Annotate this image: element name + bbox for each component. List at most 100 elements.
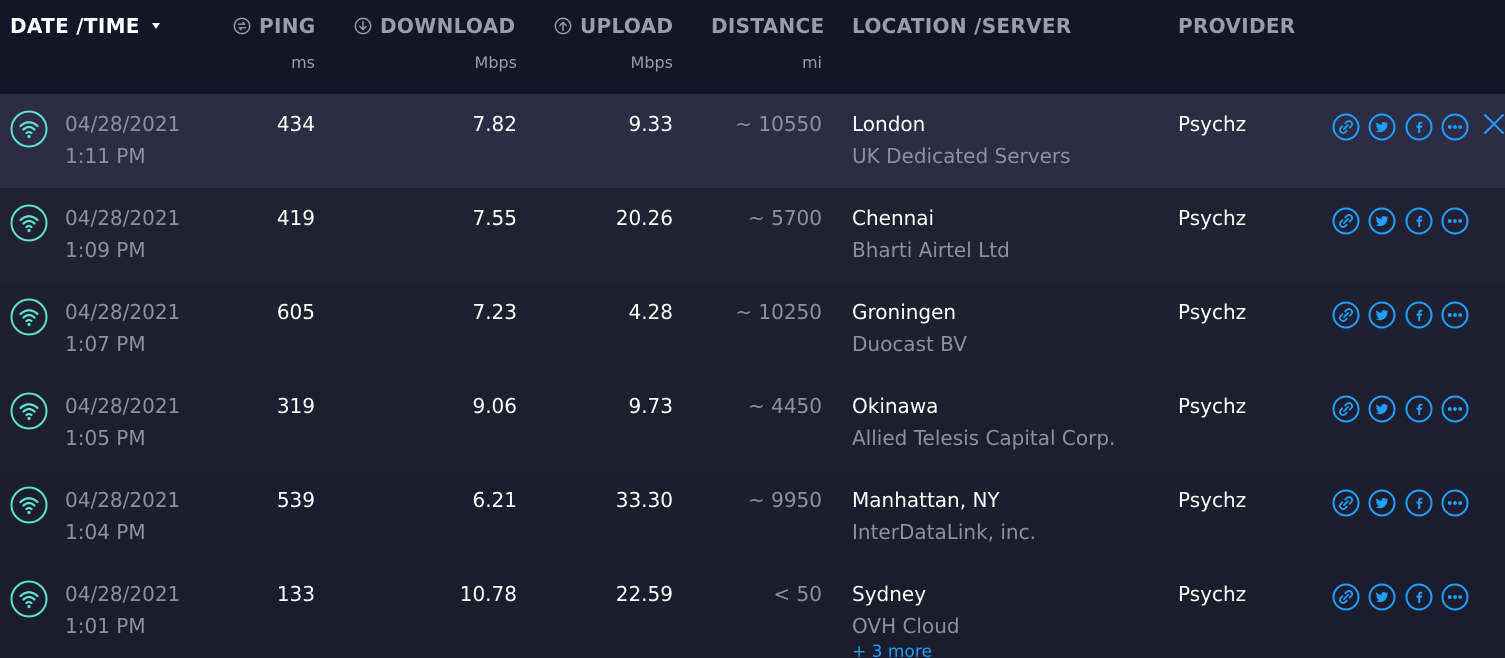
twitter-icon[interactable]	[1368, 583, 1396, 611]
result-download: 9.06	[472, 394, 517, 418]
result-ping: 434	[276, 112, 315, 136]
result-download: 7.82	[472, 112, 517, 136]
facebook-icon[interactable]	[1405, 207, 1433, 235]
result-date: 04/28/2021	[65, 488, 181, 512]
wifi-icon	[10, 298, 48, 336]
result-server: Allied Telesis Capital Corp.	[852, 426, 1116, 450]
result-provider: Psychz	[1178, 206, 1247, 230]
link-icon[interactable]	[1332, 583, 1360, 611]
facebook-icon[interactable]	[1405, 113, 1433, 141]
twitter-icon[interactable]	[1368, 301, 1396, 329]
upload-icon	[554, 17, 572, 35]
result-date: 04/28/2021	[65, 394, 181, 418]
wifi-icon	[10, 486, 48, 524]
result-ping: 605	[276, 300, 315, 324]
more-servers-link[interactable]: + 3 more	[852, 642, 932, 658]
result-location: Sydney	[852, 582, 927, 606]
download-icon	[354, 17, 372, 35]
link-icon[interactable]	[1332, 395, 1360, 423]
result-ping: 319	[276, 394, 315, 418]
result-time: 1:11 PM	[65, 144, 146, 168]
link-icon[interactable]	[1332, 489, 1360, 517]
result-upload: 33.30	[615, 488, 673, 512]
distance-unit: mi	[801, 53, 822, 72]
result-row[interactable]: 04/28/2021 1:01 PM 133 10.78 22.59 < 50 …	[0, 564, 1505, 658]
result-time: 1:09 PM	[65, 238, 146, 262]
result-distance: ~ 4450	[747, 394, 822, 418]
result-server: OVH Cloud	[852, 614, 960, 638]
result-upload: 20.26	[615, 206, 673, 230]
result-ping: 539	[276, 488, 315, 512]
result-upload: 4.28	[628, 300, 673, 324]
results-table-header: DATE /TIME PING ms DOWNLOAD Mbps UPLOAD …	[0, 0, 1505, 94]
result-upload: 22.59	[615, 582, 673, 606]
link-icon[interactable]	[1332, 301, 1360, 329]
result-location: London	[852, 112, 926, 136]
results-page: DATE /TIME PING ms DOWNLOAD Mbps UPLOAD …	[0, 0, 1505, 658]
wifi-icon	[10, 580, 48, 618]
link-icon[interactable]	[1332, 207, 1360, 235]
result-download: 7.55	[472, 206, 517, 230]
sort-caret-icon	[151, 23, 160, 29]
more-icon[interactable]	[1441, 113, 1469, 141]
result-provider: Psychz	[1178, 488, 1247, 512]
provider-column-header: PROVIDER	[1178, 14, 1296, 38]
result-row[interactable]: 04/28/2021 1:07 PM 605 7.23 4.28 ~ 10250…	[0, 282, 1505, 376]
ping-header-label: PING	[259, 14, 316, 38]
download-header-label: DOWNLOAD	[380, 14, 516, 38]
result-download: 6.21	[472, 488, 517, 512]
link-icon[interactable]	[1332, 113, 1360, 141]
distance-column-header: DISTANCE	[711, 14, 825, 38]
facebook-icon[interactable]	[1405, 489, 1433, 517]
result-row[interactable]: 04/28/2021 1:11 PM 434 7.82 9.33 ~ 10550…	[0, 94, 1505, 188]
result-time: 1:04 PM	[65, 520, 146, 544]
result-provider: Psychz	[1178, 394, 1247, 418]
result-server: Bharti Airtel Ltd	[852, 238, 1010, 262]
more-icon[interactable]	[1441, 207, 1469, 235]
more-icon[interactable]	[1441, 301, 1469, 329]
result-upload: 9.33	[628, 112, 673, 136]
twitter-icon[interactable]	[1368, 207, 1396, 235]
result-distance: ~ 10250	[735, 300, 822, 324]
result-provider: Psychz	[1178, 112, 1247, 136]
result-date: 04/28/2021	[65, 206, 181, 230]
upload-header-label: UPLOAD	[580, 14, 674, 38]
datetime-header-label: DATE /TIME	[10, 14, 140, 38]
more-icon[interactable]	[1441, 489, 1469, 517]
twitter-icon[interactable]	[1368, 395, 1396, 423]
close-icon[interactable]	[1483, 113, 1505, 135]
result-time: 1:01 PM	[65, 614, 146, 638]
twitter-icon[interactable]	[1368, 113, 1396, 141]
result-date: 04/28/2021	[65, 300, 181, 324]
wifi-icon	[10, 392, 48, 430]
result-location: Okinawa	[852, 394, 939, 418]
wifi-icon	[10, 204, 48, 242]
facebook-icon[interactable]	[1405, 395, 1433, 423]
ping-column-header: PING	[233, 14, 315, 38]
result-provider: Psychz	[1178, 582, 1247, 606]
upload-column-header: UPLOAD	[554, 14, 673, 38]
result-location: Manhattan, NY	[852, 488, 1000, 512]
more-icon[interactable]	[1441, 395, 1469, 423]
ping-unit: ms	[291, 53, 315, 72]
facebook-icon[interactable]	[1405, 301, 1433, 329]
result-time: 1:07 PM	[65, 332, 146, 356]
twitter-icon[interactable]	[1368, 489, 1396, 517]
facebook-icon[interactable]	[1405, 583, 1433, 611]
result-date: 04/28/2021	[65, 582, 181, 606]
result-row[interactable]: 04/28/2021 1:05 PM 319 9.06 9.73 ~ 4450 …	[0, 376, 1505, 470]
result-location: Groningen	[852, 300, 957, 324]
download-unit: Mbps	[474, 53, 517, 72]
result-ping: 133	[276, 582, 315, 606]
result-server: UK Dedicated Servers	[852, 144, 1071, 168]
result-ping: 419	[276, 206, 315, 230]
result-upload: 9.73	[628, 394, 673, 418]
result-download: 10.78	[459, 582, 517, 606]
sort-datetime-column[interactable]: DATE /TIME	[10, 14, 160, 38]
result-row[interactable]: 04/28/2021 1:09 PM 419 7.55 20.26 ~ 5700…	[0, 188, 1505, 282]
result-row[interactable]: 04/28/2021 1:04 PM 539 6.21 33.30 ~ 9950…	[0, 470, 1505, 564]
result-provider: Psychz	[1178, 300, 1247, 324]
more-icon[interactable]	[1441, 583, 1469, 611]
result-server: Duocast BV	[852, 332, 967, 356]
result-download: 7.23	[472, 300, 517, 324]
